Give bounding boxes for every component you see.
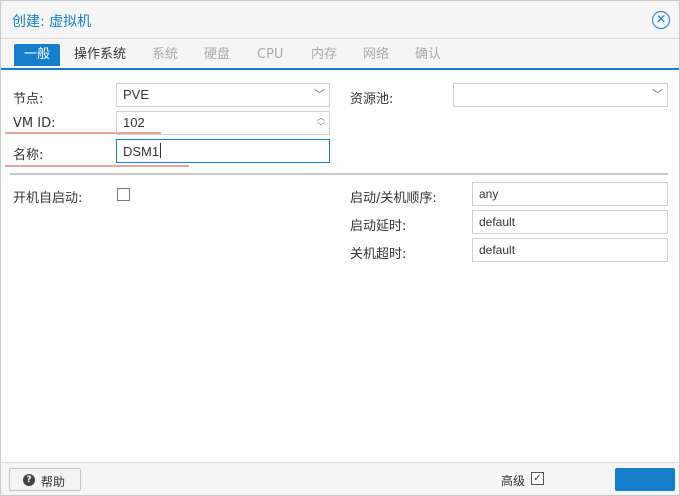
chevron-down-icon[interactable]: ﹀ bbox=[652, 86, 663, 102]
name-label: 名称: bbox=[13, 148, 44, 163]
order-value: any bbox=[479, 187, 499, 201]
pool-select[interactable]: ﹀ bbox=[453, 83, 668, 107]
name-input[interactable]: DSM1 bbox=[116, 139, 330, 163]
pool-label: 资源池: bbox=[350, 92, 394, 107]
tab-system: 系统 bbox=[152, 47, 179, 62]
text-caret bbox=[160, 143, 162, 158]
next-button[interactable] bbox=[615, 468, 675, 491]
advanced-label: 高级 bbox=[501, 474, 526, 488]
node-select[interactable]: PVE ﹀ bbox=[116, 83, 330, 107]
vmid-value: 102 bbox=[123, 115, 145, 130]
node-select-value: PVE bbox=[123, 87, 150, 102]
section-divider bbox=[10, 173, 668, 175]
annotation-underline bbox=[5, 165, 189, 167]
general-form: 节点: PVE ﹀ 资源池: ﹀ VM ID: 102 ︿ ﹀ 名称: DSM1 … bbox=[1, 72, 679, 462]
tab-os[interactable]: 操作系统 bbox=[74, 44, 126, 66]
tab-confirm: 确认 bbox=[415, 47, 442, 62]
dialog-titlebar: 创建: 虚拟机 ✕ bbox=[1, 1, 679, 39]
tab-memory: 内存 bbox=[311, 47, 338, 62]
tab-hard-disk: 硬盘 bbox=[204, 47, 231, 62]
tab-cpu: CPU bbox=[257, 47, 284, 62]
tab-general[interactable]: 一般 bbox=[14, 44, 61, 66]
annotation-underline bbox=[5, 132, 161, 134]
tab-network: 网络 bbox=[363, 47, 390, 62]
help-button[interactable]: ? 帮助 bbox=[9, 468, 81, 491]
close-icon[interactable]: ✕ bbox=[652, 11, 670, 29]
shutdown-timeout-input[interactable]: default bbox=[472, 238, 668, 262]
order-input[interactable]: any bbox=[472, 182, 668, 206]
dialog-footer: ? 帮助 高级 ✓ bbox=[1, 462, 679, 495]
autostart-checkbox[interactable] bbox=[117, 188, 130, 201]
advanced-checkbox[interactable]: ✓ bbox=[531, 472, 544, 485]
question-circle-icon: ? bbox=[23, 474, 35, 486]
startup-delay-label: 启动延时: bbox=[350, 219, 407, 234]
order-label: 启动/关机顺序: bbox=[350, 191, 437, 206]
name-value: DSM1 bbox=[123, 144, 160, 159]
startup-delay-value: default bbox=[479, 215, 516, 229]
spinner-arrows-icon[interactable]: ︿ ﹀ bbox=[317, 113, 325, 131]
create-vm-dialog: 创建: 虚拟机 ✕ 一般 操作系统 系统 硬盘 CPU 内存 网络 确认 节点:… bbox=[0, 0, 680, 496]
help-button-label: 帮助 bbox=[41, 475, 66, 489]
wizard-tabbar: 一般 操作系统 系统 硬盘 CPU 内存 网络 确认 bbox=[1, 39, 679, 70]
shutdown-timeout-label: 关机超时: bbox=[350, 247, 407, 262]
autostart-label: 开机自启动: bbox=[13, 191, 83, 206]
vmid-label: VM ID: bbox=[13, 116, 56, 131]
chevron-down-icon[interactable]: ﹀ bbox=[314, 86, 325, 102]
dialog-title: 创建: 虚拟机 bbox=[12, 14, 92, 30]
node-label: 节点: bbox=[13, 92, 44, 107]
startup-delay-input[interactable]: default bbox=[472, 210, 668, 234]
shutdown-timeout-value: default bbox=[479, 243, 516, 257]
